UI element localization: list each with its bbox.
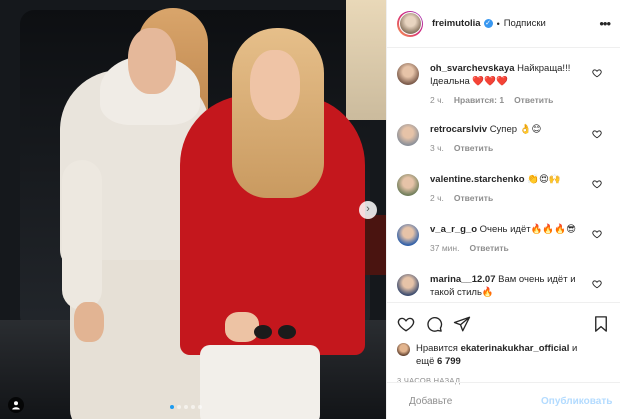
- comment-item: oh_svarchevskaya Найкраща!!! Ідеальна ❤️…: [397, 62, 610, 105]
- comment-meta: 2 ч. Ответить: [430, 193, 583, 203]
- comment-meta: 3 ч. Ответить: [430, 143, 563, 153]
- comment-item: marina__12.07 Вам очень идёт и такой сти…: [397, 273, 610, 302]
- avatar[interactable]: [397, 174, 419, 196]
- carousel-dots: [170, 405, 202, 409]
- avatar[interactable]: [397, 124, 419, 146]
- reply-button[interactable]: Ответить: [454, 143, 493, 153]
- bookmark-icon[interactable]: [592, 315, 610, 333]
- carousel-dot: [184, 405, 188, 409]
- carousel-dot: [170, 405, 174, 409]
- comments-list: oh_svarchevskaya Найкраща!!! Ідеальна ❤️…: [387, 48, 620, 302]
- avatar[interactable]: [397, 343, 410, 356]
- avatar[interactable]: [397, 63, 419, 85]
- carousel-dot: [198, 405, 202, 409]
- comment-item: v_a_r_g_o Очень идёт🔥🔥🔥😎 37 мин. Ответить: [397, 223, 610, 255]
- comment-likes[interactable]: Нравится: 1: [454, 95, 504, 105]
- following-button[interactable]: Подписки: [504, 18, 546, 29]
- comment-text: Супер 👌😊: [489, 124, 542, 135]
- comment-item: valentine.starchenko 👏😍🙌 2 ч. Ответить: [397, 173, 610, 205]
- more-options-icon[interactable]: •••: [599, 16, 611, 31]
- heart-icon[interactable]: [592, 229, 602, 241]
- heart-icon[interactable]: [397, 315, 415, 333]
- comment-icon[interactable]: [425, 315, 443, 333]
- comment-time[interactable]: 37 мин.: [430, 243, 459, 253]
- post-side-panel: freimutolia ✓ • Подписки ••• oh_svarchev…: [386, 0, 620, 419]
- reply-button[interactable]: Ответить: [514, 95, 553, 105]
- reply-button[interactable]: Ответить: [454, 193, 493, 203]
- heart-icon[interactable]: [592, 68, 602, 80]
- post-header: freimutolia ✓ • Подписки •••: [387, 0, 620, 48]
- comment-username-link[interactable]: retrocarslviv: [430, 124, 487, 135]
- comment-text: 👏😍🙌: [527, 174, 561, 185]
- avatar[interactable]: [397, 10, 423, 37]
- share-icon[interactable]: [453, 315, 471, 333]
- comment-username-link[interactable]: marina__12.07: [430, 274, 496, 285]
- comment-meta: 37 мин. Ответить: [430, 243, 598, 253]
- sunglasses: [254, 325, 300, 341]
- add-comment-bar: Опубликовать: [387, 382, 620, 419]
- liker-username-link[interactable]: ekaterinakukhar_official: [461, 343, 570, 354]
- username-link[interactable]: freimutolia: [432, 18, 481, 29]
- comment-time[interactable]: 2 ч.: [430, 95, 444, 105]
- comment-username-link[interactable]: v_a_r_g_o: [430, 224, 477, 235]
- reply-button[interactable]: Ответить: [469, 243, 508, 253]
- avatar[interactable]: [397, 224, 419, 246]
- comment-username-link[interactable]: oh_svarchevskaya: [430, 63, 515, 74]
- publish-button[interactable]: Опубликовать: [541, 396, 612, 407]
- instagram-post: › freimutolia ✓ • Подписки ••• oh_svarch…: [0, 0, 620, 419]
- user-tag-icon[interactable]: [8, 397, 24, 413]
- action-icons: [397, 310, 610, 338]
- comment-input[interactable]: [409, 395, 541, 407]
- comment-item: retrocarslviv Супер 👌😊 3 ч. Ответить: [397, 123, 610, 155]
- avatar[interactable]: [397, 274, 419, 296]
- heart-icon[interactable]: [592, 179, 602, 191]
- comment-time[interactable]: 3 ч.: [430, 143, 444, 153]
- comment-text: Очень идёт🔥🔥🔥😎: [479, 224, 576, 235]
- likes-summary: Нравится ekaterinakukhar_official и ещё …: [397, 342, 610, 368]
- carousel-dot: [191, 405, 195, 409]
- separator-dot: •: [496, 18, 500, 29]
- comment-meta: 2 ч. Нравится: 1 Ответить: [430, 95, 610, 105]
- post-photo[interactable]: ›: [0, 0, 386, 419]
- heart-icon[interactable]: [592, 279, 602, 291]
- carousel-dot: [177, 405, 181, 409]
- comment-time[interactable]: 2 ч.: [430, 193, 444, 203]
- chevron-right-icon[interactable]: ›: [359, 201, 377, 219]
- verified-badge-icon: ✓: [483, 19, 493, 28]
- comment-username-link[interactable]: valentine.starchenko: [430, 174, 525, 185]
- heart-icon[interactable]: [592, 129, 602, 141]
- likes-count-link[interactable]: 6 799: [437, 356, 461, 367]
